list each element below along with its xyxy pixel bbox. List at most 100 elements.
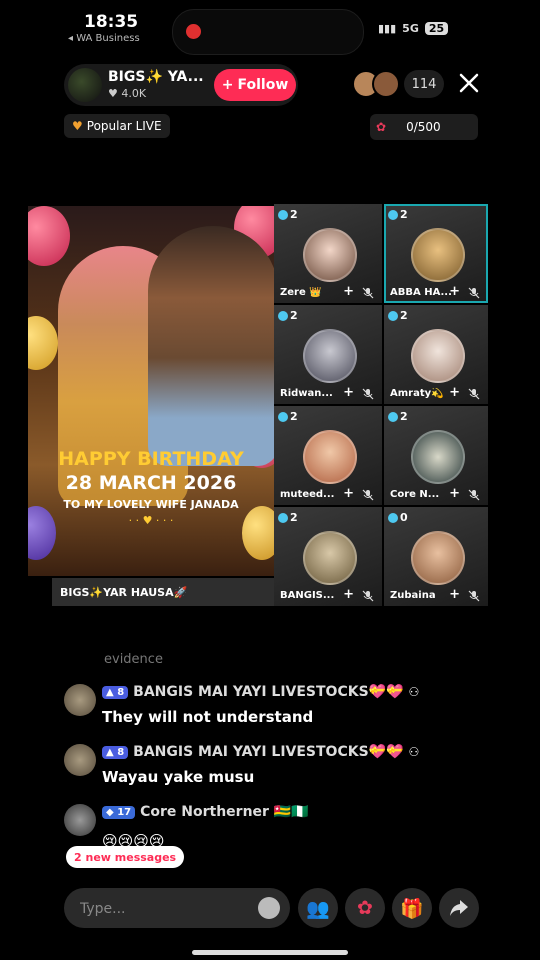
host-info-pill[interactable]: BIGS✨ YA... ♥ 4.0K + Follow	[64, 64, 298, 106]
comment-field[interactable]	[64, 888, 290, 930]
guest-tile[interactable]: 0 Zubaina +	[384, 507, 488, 606]
gauge-icon	[278, 310, 288, 321]
poster-title: HAPPY BIRTHDAY	[58, 448, 244, 470]
back-to-app-link[interactable]: ◂ WA Business	[68, 33, 140, 44]
guest-gauge-value: 0	[400, 511, 408, 524]
balloon-decoration	[28, 206, 70, 266]
level-icon: ▲	[106, 686, 114, 698]
avatar[interactable]	[64, 744, 96, 776]
popular-live-badge[interactable]: ♥ Popular LIVE	[64, 114, 170, 138]
gift-icon: 🎁	[400, 897, 424, 920]
signal-icon: ▮▮▮	[378, 22, 397, 35]
add-guest-icon[interactable]: +	[449, 284, 460, 299]
gift-button[interactable]: 🎁	[392, 888, 432, 928]
guest-gauge-value: 2	[290, 208, 298, 221]
add-guest-icon[interactable]: +	[343, 486, 354, 501]
level-badge: ▲ 8	[102, 685, 129, 699]
avatar[interactable]	[64, 684, 96, 716]
mic-muted-icon[interactable]	[468, 287, 480, 299]
chat-username[interactable]: BANGIS MAI YAYI LIVESTOCKS💝💝	[133, 684, 403, 700]
status-indicators: ▮▮▮ 5G 25	[378, 22, 449, 35]
rose-gift-button[interactable]: ✿	[345, 888, 385, 928]
add-guest-icon[interactable]: +	[343, 385, 354, 400]
guest-name: Zere 👑	[280, 287, 322, 298]
host-video[interactable]: HAPPY BIRTHDAY 28 MARCH 2026 TO MY LOVEL…	[28, 206, 274, 576]
level-icon: ▲	[106, 746, 114, 758]
dynamic-island	[172, 9, 364, 55]
guest-tile[interactable]: 2 Core N... +	[384, 406, 488, 505]
share-button[interactable]	[439, 888, 479, 928]
guest-avatar[interactable]	[411, 329, 465, 383]
guest-gauge-value: 2	[290, 410, 298, 423]
gauge-icon	[388, 411, 398, 422]
guest-avatar[interactable]	[303, 430, 357, 484]
mic-muted-icon[interactable]	[362, 590, 374, 602]
mic-muted-icon[interactable]	[362, 287, 374, 299]
host-avatar[interactable]	[68, 68, 102, 102]
chat-username[interactable]: Core Northerner 🇹🇬🇳🇬	[140, 804, 309, 820]
add-guest-icon[interactable]: +	[343, 284, 354, 299]
mic-muted-icon[interactable]	[468, 590, 480, 602]
mic-muted-icon[interactable]	[362, 388, 374, 400]
guest-avatar[interactable]	[411, 228, 465, 282]
gauge-icon	[388, 209, 398, 220]
add-guest-icon[interactable]: +	[449, 385, 460, 400]
guest-avatar[interactable]	[303, 329, 357, 383]
guest-avatar[interactable]	[411, 430, 465, 484]
balloon-decoration	[28, 316, 58, 370]
gauge-icon	[388, 310, 398, 321]
guest-gauge: 2	[278, 309, 298, 322]
guest-gauge: 0	[388, 511, 408, 524]
guest-name: Amraty💫	[390, 388, 444, 399]
guest-tile[interactable]: 2 Amraty💫 +	[384, 305, 488, 404]
level-number: 17	[117, 806, 132, 818]
share-icon	[450, 900, 468, 916]
mic-muted-icon[interactable]	[468, 489, 480, 501]
rose-icon: ✿	[357, 897, 373, 919]
multi-guest-button[interactable]: 👥	[298, 888, 338, 928]
guest-tile[interactable]: 2 ABBA HA... +	[384, 204, 488, 303]
rose-icon: ✿	[376, 120, 387, 134]
heart-icon: · · ♥ · · ·	[128, 514, 174, 527]
follow-label: Follow	[237, 77, 289, 93]
guest-grid: 2 Zere 👑 +2 ABBA HA... +2 Ridwan... +2 Amraty💫 +…	[274, 204, 488, 608]
follow-button[interactable]: + Follow	[214, 69, 296, 101]
host-likes: ♥ 4.0K	[108, 87, 146, 100]
viewer-avatar[interactable]	[372, 70, 400, 98]
status-time: 18:35	[84, 12, 139, 32]
guest-name: ABBA HA...	[390, 287, 452, 298]
mic-muted-icon[interactable]	[468, 388, 480, 400]
popular-live-label: Popular LIVE	[86, 119, 162, 133]
avatar[interactable]	[64, 804, 96, 836]
guest-gauge-value: 2	[400, 309, 408, 322]
mic-muted-icon[interactable]	[362, 489, 374, 501]
host-name: BIGS✨ YA...	[108, 69, 204, 85]
guest-avatar[interactable]	[303, 228, 357, 282]
gauge-icon	[278, 209, 288, 220]
emoji-icon[interactable]	[258, 897, 280, 919]
guest-tile[interactable]: 2 BANGIS... +	[274, 507, 382, 606]
comment-input[interactable]	[78, 888, 242, 930]
guest-gauge: 2	[278, 511, 298, 524]
chat-username[interactable]: BANGIS MAI YAYI LIVESTOCKS💝💝	[133, 744, 403, 760]
host-likes-count: 4.0K	[121, 87, 147, 100]
guest-tile[interactable]: 2 Zere 👑 +	[274, 204, 382, 303]
guest-tile[interactable]: 2 Ridwan... +	[274, 305, 382, 404]
chat-text: Wayau yake musu	[102, 768, 255, 786]
guest-avatar[interactable]	[303, 531, 357, 585]
viewer-count[interactable]: 114	[404, 70, 444, 98]
level-number: 8	[117, 686, 125, 698]
guest-tile[interactable]: 2 muteed... +	[274, 406, 382, 505]
add-guest-icon[interactable]: +	[449, 587, 460, 602]
close-icon[interactable]	[456, 70, 482, 96]
guest-name: Zubaina	[390, 590, 436, 601]
level-icon: ◆	[106, 806, 114, 818]
guest-avatar[interactable]	[411, 531, 465, 585]
add-guest-icon[interactable]: +	[343, 587, 354, 602]
new-messages-button[interactable]: 2 new messages	[66, 846, 185, 868]
add-guest-icon[interactable]: +	[449, 486, 460, 501]
rose-goal[interactable]: ✿ 0/500	[370, 114, 478, 140]
viewers-list[interactable]: 114	[352, 70, 444, 98]
guest-gauge: 2	[388, 309, 408, 322]
battery-level: 25	[424, 22, 449, 35]
